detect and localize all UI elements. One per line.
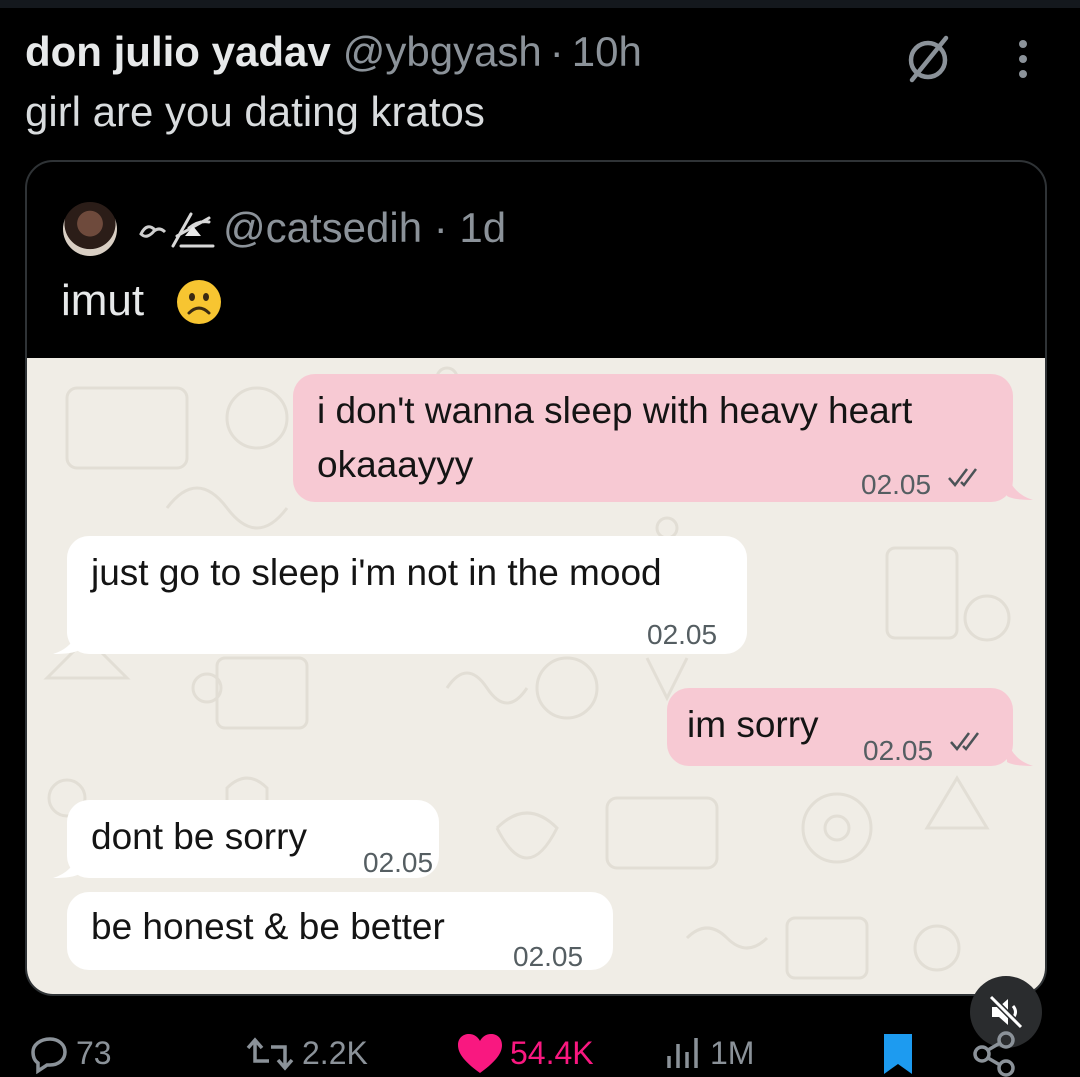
bookmark-icon xyxy=(884,1033,912,1074)
author-handle[interactable]: @ybgyash xyxy=(343,28,542,76)
mute-icon xyxy=(988,994,1024,1030)
bubble-tail xyxy=(1007,740,1033,766)
reply-count: 73 xyxy=(76,1035,112,1071)
message-time: 02.05 xyxy=(363,847,434,878)
bookmark-action[interactable] xyxy=(878,1030,924,1077)
top-strip xyxy=(0,0,1080,8)
message-time: 02.05 xyxy=(647,619,718,650)
message-text: im sorry xyxy=(687,704,819,745)
message-time: 02.05 xyxy=(863,735,934,766)
quoted-time: 1d xyxy=(459,204,507,251)
action-bar: 73 2.2K 54.4K 1M xyxy=(0,1030,1080,1077)
like-icon xyxy=(458,1033,502,1073)
reply-action[interactable]: 73 xyxy=(30,1030,112,1077)
quoted-text: imut xyxy=(61,276,145,325)
message-time: 02.05 xyxy=(861,469,932,500)
more-icon[interactable] xyxy=(1008,36,1038,82)
message-text: just go to sleep i'm not in the mood xyxy=(91,552,662,593)
message-text: dont be sorry xyxy=(91,816,307,857)
author-name[interactable]: don julio yadav xyxy=(25,28,331,76)
message-text: be honest & be better xyxy=(91,906,445,947)
message-bubble-outgoing[interactable]: i don't wanna sleep with heavy heart oka… xyxy=(293,374,1013,502)
grok-icon[interactable] xyxy=(900,30,956,86)
repost-icon xyxy=(246,1036,294,1071)
repost-count: 2.2K xyxy=(302,1035,368,1071)
quoted-avatar[interactable] xyxy=(63,202,117,256)
quoted-handle[interactable]: @catsedih xyxy=(223,204,422,251)
like-action[interactable]: 54.4K xyxy=(456,1030,594,1077)
display-name-decoration xyxy=(139,212,215,248)
views-action[interactable]: 1M xyxy=(664,1030,754,1077)
tweet-time[interactable]: 10h xyxy=(572,28,642,76)
share-icon xyxy=(973,1031,1015,1077)
message-time: 02.05 xyxy=(513,941,584,972)
message-bubble-outgoing[interactable]: im sorry 02.05 xyxy=(667,688,1013,766)
message-bubble-incoming[interactable]: dont be sorry 02.05 xyxy=(67,800,439,878)
chat-screenshot: i don't wanna sleep with heavy heart oka… xyxy=(27,358,1045,994)
tweet-header: don julio yadav @ybgyash · 10h xyxy=(25,28,915,84)
separator-dot: · xyxy=(549,28,564,75)
message-bubble-incoming[interactable]: just go to sleep i'm not in the mood 02.… xyxy=(67,536,747,654)
read-receipt-icon xyxy=(948,468,977,487)
message-text-line2: okaaayyy xyxy=(317,444,474,485)
bubble-tail xyxy=(53,852,79,878)
message-text: i don't wanna sleep with heavy heart xyxy=(317,390,913,431)
bubble-tail xyxy=(53,628,79,654)
quoted-separator: · xyxy=(433,204,448,251)
share-action[interactable] xyxy=(970,1030,1024,1077)
tweet-text: girl are you dating kratos xyxy=(25,88,485,135)
read-receipt-icon xyxy=(950,732,979,751)
reply-icon xyxy=(31,1036,67,1074)
bubble-tail xyxy=(1007,474,1033,500)
view-count: 1M xyxy=(710,1035,755,1071)
frowning-face-emoji xyxy=(177,280,221,324)
like-count: 54.4K xyxy=(510,1035,594,1071)
views-icon xyxy=(667,1037,698,1068)
quoted-tweet[interactable]: @catsedih · 1d imut i don't wanna sleep … xyxy=(25,160,1047,996)
repost-action[interactable]: 2.2K xyxy=(244,1030,368,1077)
message-bubble-incoming[interactable]: be honest & be better 02.05 xyxy=(67,892,613,972)
quoted-handle-line: @catsedih · 1d xyxy=(223,204,506,252)
